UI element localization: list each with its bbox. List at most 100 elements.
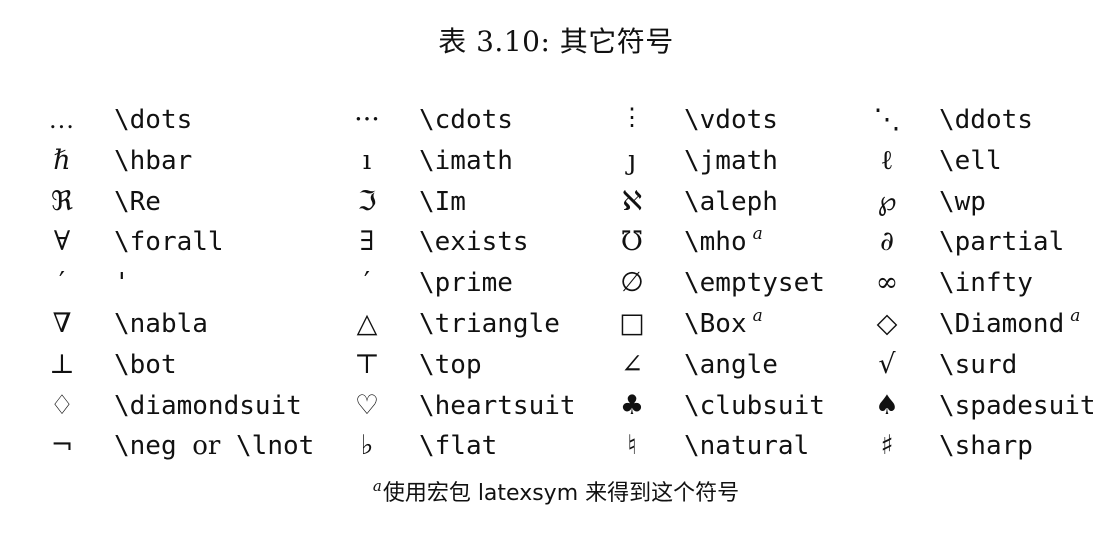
footnote-ref: a (752, 224, 763, 245)
symbol-glyph: ℓ (855, 141, 919, 182)
command-text: \spadesuit (939, 390, 1096, 421)
command-text: \emptyset (684, 268, 825, 299)
command-text: \nabla (114, 308, 208, 339)
glyph-text: ♡ (354, 389, 380, 421)
symbol-glyph: ♮ (600, 426, 664, 467)
symbol-glyph: ı (335, 141, 399, 182)
or-connector: or (192, 431, 221, 462)
table-row: ℜ \Re ℑ \Im ℵ \aleph ℘ \wp (30, 182, 1100, 223)
latex-command: ' (114, 263, 130, 304)
glyph-text: ℵ (621, 185, 643, 217)
symbol-glyph: ℜ (30, 182, 94, 223)
command-text: \Re (114, 186, 161, 217)
latex-command: \Im (419, 182, 466, 223)
glyph-text: ◇ (876, 307, 898, 339)
command-text: \angle (684, 349, 778, 380)
latex-command: \partial (939, 222, 1064, 263)
command-text: \hbar (114, 145, 193, 176)
dots-glyph: ... (49, 106, 75, 134)
symbol-glyph: ȷ (600, 141, 664, 182)
symbol-glyph: ℵ (600, 182, 664, 223)
table-row: ∇ \nabla △ \triangle □ \Box a ◇ \Diamond a (30, 304, 1100, 345)
symbol-glyph: ′ (335, 263, 399, 304)
latex-command: \natural (684, 426, 809, 467)
latex-command: \clubsuit (684, 386, 825, 427)
latex-command: \diamondsuit (114, 386, 302, 427)
alt-command-text: \lnot (236, 431, 315, 462)
symbol-glyph: ♭ (335, 426, 399, 467)
symbol-glyph: ⊤ (335, 345, 399, 386)
command-text: \ddots (939, 105, 1033, 135)
glyph-text: ℘ (877, 185, 897, 217)
symbol-glyph: ◇ (855, 304, 919, 345)
glyph-text: √ (878, 348, 896, 380)
command-text: \forall (114, 227, 224, 258)
symbol-glyph: ∞ (855, 263, 919, 304)
footnote: a使用宏包 latexsym 来得到这个符号 (0, 478, 1112, 510)
command-text: \neg (114, 431, 177, 462)
latex-command: \top (419, 345, 482, 386)
table-row: ℏ \hbar ı \imath ȷ \jmath ℓ \ell (30, 141, 1100, 182)
glyph-text: ∀ (53, 226, 71, 258)
symbol-glyph: ♣ (600, 386, 664, 427)
symbol-glyph: ... (30, 100, 94, 141)
glyph-text: ℑ (357, 185, 377, 217)
latex-command: \hbar (114, 141, 192, 182)
latex-command: \heartsuit (419, 386, 576, 427)
command-text: ' (114, 268, 130, 299)
command-text: \exists (419, 227, 529, 258)
latex-command: \sharp (939, 426, 1033, 467)
table-row: ¬ \neg or \lnot ♭ \flat ♮ \natural ♯ \sharp (30, 426, 1100, 467)
glyph-text: ⊥ (49, 348, 75, 380)
command-text: \surd (939, 349, 1018, 380)
glyph-text: ı (362, 144, 372, 176)
latex-command: \infty (939, 263, 1033, 304)
glyph-text: △ (356, 307, 378, 339)
symbol-glyph: ℑ (335, 182, 399, 223)
symbol-glyph: ℏ (30, 141, 94, 182)
symbol-glyph: ⋱ (855, 100, 919, 141)
latex-command: \wp (939, 182, 986, 223)
symbol-table: ... \dots ··· \cdots ⋮ \vdots ⋱ \ddots ℏ \hbar ı \i… (30, 100, 1100, 467)
footnote-ref: a (752, 305, 763, 326)
table-caption: 表 3.10: 其它符号 (438, 25, 674, 58)
latex-command: \forall (114, 222, 224, 263)
latex-command: \prime (419, 263, 513, 304)
latex-command: \exists (419, 222, 529, 263)
latex-command: \emptyset (684, 263, 825, 304)
latex-command: \spadesuit (939, 386, 1096, 427)
glyph-text: ℓ (880, 144, 894, 176)
symbol-glyph: ♠ (855, 386, 919, 427)
command-text: \sharp (939, 431, 1033, 462)
command-text: \natural (684, 431, 810, 462)
document-page: 表 3.10: 其它符号 ... \dots ··· \cdots ⋮ \vdots ⋱ \d… (0, 0, 1112, 533)
glyph-text: □ (619, 307, 645, 339)
glyph-text: ⋱ (873, 104, 901, 135)
latex-command: \dots (114, 100, 192, 141)
symbol-glyph: ⋮ (600, 100, 664, 141)
glyph-text: ∞ (875, 267, 899, 299)
symbol-glyph: ℘ (855, 182, 919, 223)
command-text: \heartsuit (419, 390, 576, 421)
symbol-glyph: √ (855, 345, 919, 386)
glyph-text: ℜ (51, 185, 73, 217)
latex-command: \aleph (684, 182, 778, 223)
command-text: \ell (939, 145, 1002, 176)
glyph-text: ′ (363, 267, 371, 299)
glyph-text: ♢ (49, 389, 75, 421)
glyph-text: ∠ (620, 348, 644, 380)
symbol-glyph: ¬ (30, 426, 94, 467)
command-text: \flat (419, 431, 498, 462)
symbol-glyph: ∅ (600, 263, 664, 304)
symbol-glyph: ··· (335, 100, 399, 141)
latex-command: \vdots (684, 100, 778, 141)
command-text: \diamondsuit (114, 390, 302, 421)
latex-command: \triangle (419, 304, 560, 345)
command-text: \infty (939, 268, 1033, 299)
command-text: \triangle (419, 308, 560, 339)
latex-command: \imath (419, 141, 513, 182)
command-text: \cdots (419, 105, 513, 135)
symbol-glyph: ℧ (600, 222, 664, 263)
footnote-ref: a (1070, 305, 1081, 326)
table-row: ′ ' ′ \prime ∅ \emptyset ∞ \infty (30, 263, 1100, 304)
